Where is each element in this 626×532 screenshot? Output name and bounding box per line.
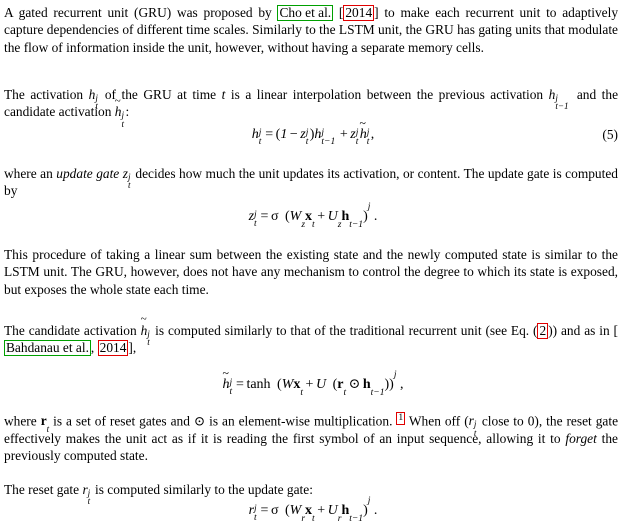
inline-math-h-tminus1-j: h j t−1 bbox=[548, 87, 569, 112]
p1-text-before-citation: A gated recurrent unit (GRU) was propose… bbox=[4, 5, 278, 20]
p6-seg3: is an element-wise multiplication. bbox=[205, 413, 397, 429]
paragraph-update-gate: where an update gate zjt decides how muc… bbox=[0, 165, 626, 200]
emphasis-update-gate: update gate bbox=[56, 166, 120, 181]
equation-7-body: hjt=tanh (Wxt+U (rt⊙ht−1))j , bbox=[223, 371, 404, 398]
p5-seg2: is computed similarly to that of the tra… bbox=[151, 323, 538, 338]
inline-math-htilde-t-j-2: hjt bbox=[141, 323, 152, 347]
paragraph-candidate-activation: The candidate activation hjt is computed… bbox=[0, 322, 626, 357]
p7-seg2: is computed similarly to the update gate… bbox=[91, 482, 313, 497]
inline-math-r-t-j-2: rjt bbox=[82, 482, 91, 507]
display-equation-update-gate: z j t = σ (Wzxt+ Uzht−1)j . bbox=[0, 202, 626, 230]
inline-math-r-t-j: rjt bbox=[468, 413, 477, 438]
paragraph-linear-sum-discussion: This procedure of taking a linear sum be… bbox=[4, 247, 618, 297]
equation-5-number: (5) bbox=[602, 127, 618, 142]
p6-seg1: where bbox=[4, 413, 41, 429]
equation-6-body: z j t = σ (Wzxt+ Uzht−1)j . bbox=[248, 202, 378, 230]
display-equation-5: hjt=(1−zjt)hjt−1+zjthjt, (5) bbox=[0, 127, 626, 147]
equation-8-body: r j t = σ (Wrxt+ Urht−1)j . bbox=[248, 496, 378, 524]
p3-seg1: where an bbox=[4, 166, 57, 181]
paragraph-reset-gate-computation: The reset gate rjt is computed similarly… bbox=[0, 481, 626, 507]
inline-math-z-t-j: zjt bbox=[122, 166, 131, 191]
p1-bracket-open: [ bbox=[333, 5, 344, 20]
emphasis-forget: forget bbox=[565, 430, 597, 446]
p5-seg1: The candidate activation bbox=[4, 323, 141, 338]
p5-seg4: , bbox=[90, 340, 98, 356]
paper-page: A gated recurrent unit (GRU) was propose… bbox=[0, 0, 626, 532]
paragraph-reset-gate-description: where rt is a set of reset gates and ⊙ i… bbox=[0, 412, 626, 465]
p2-seg3: is a linear interpolation between the pr… bbox=[225, 87, 549, 102]
p5-seg3: )) and as in [ bbox=[548, 323, 618, 338]
citation-link-cho[interactable]: Cho et al. bbox=[277, 5, 334, 21]
p6-seg4: When off ( bbox=[405, 413, 469, 429]
footnote-marker-link-1[interactable]: 1 bbox=[396, 412, 406, 425]
p5-seg5: ], bbox=[128, 340, 137, 356]
inline-math-htilde-t-j: hjt bbox=[115, 104, 126, 128]
p6-seg2: is a set of reset gates and bbox=[49, 413, 194, 429]
p2-seg5: : bbox=[125, 104, 130, 120]
equation-5-body: hjt=(1−zjt)hjt−1+zjthjt, bbox=[252, 127, 374, 147]
citation-link-bahdanau[interactable]: Bahdanau et al. bbox=[4, 340, 91, 357]
citation-year-link-bahdanau[interactable]: 2014 bbox=[97, 340, 129, 357]
inline-math-h-t-j: hjt bbox=[88, 87, 98, 112]
display-equation-candidate-activation: hjt=tanh (Wxt+U (rt⊙ht−1))j , bbox=[0, 371, 626, 398]
display-equation-reset-gate: r j t = σ (Wrxt+ Urht−1)j . bbox=[0, 496, 626, 524]
inline-math-odot: ⊙ bbox=[193, 413, 206, 429]
paragraph-gru-intro: A gated recurrent unit (GRU) was propose… bbox=[0, 4, 626, 56]
inline-math-r-t: rt bbox=[40, 413, 50, 434]
paragraph-activation-definition: The activation hjt of the GRU at time t … bbox=[0, 86, 626, 129]
p2-seg1: The activation bbox=[4, 87, 89, 102]
citation-year-link-cho[interactable]: 2014 bbox=[343, 5, 375, 21]
p7-seg1: The reset gate bbox=[4, 482, 83, 497]
equation-reference-link-2[interactable]: 2 bbox=[537, 323, 549, 339]
